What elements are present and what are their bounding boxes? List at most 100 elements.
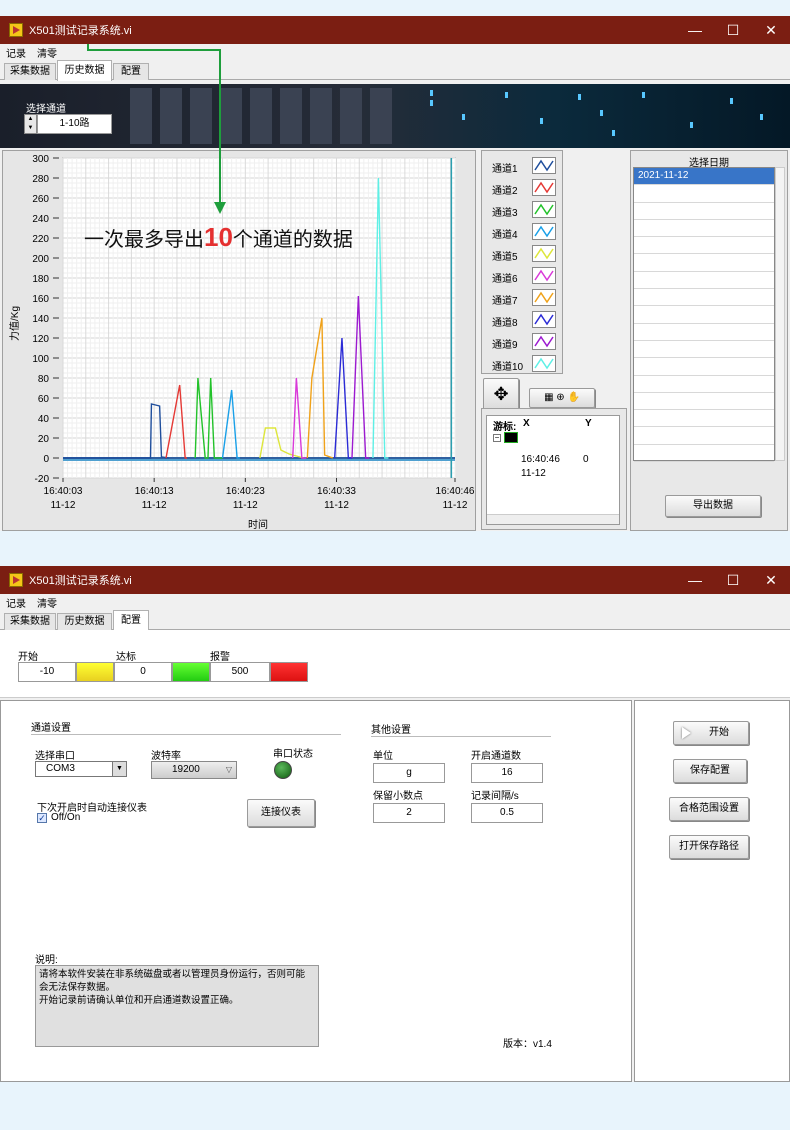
legend-item-10[interactable]: 通道10 bbox=[488, 353, 562, 375]
legend-item-6[interactable]: 通道6 bbox=[488, 265, 562, 287]
interval-input[interactable]: 0.5 bbox=[471, 803, 543, 823]
open-save-path-button[interactable]: 打开保存路径 bbox=[669, 835, 749, 859]
menu-reset[interactable]: 清零 bbox=[37, 45, 57, 60]
x-tick-date: 11-12 bbox=[233, 500, 258, 511]
channel-settings-divider bbox=[31, 734, 341, 735]
menu-record[interactable]: 记录 bbox=[6, 595, 26, 610]
date-row-empty[interactable] bbox=[634, 324, 774, 341]
legend-label: 通道8 bbox=[492, 318, 518, 329]
channel-stepper[interactable]: ▲ ▼ bbox=[24, 114, 37, 134]
date-row-empty[interactable] bbox=[634, 306, 774, 324]
y-tick-label: 120 bbox=[32, 334, 49, 345]
minimize-button[interactable]: — bbox=[678, 16, 712, 44]
legend-swatch bbox=[532, 223, 556, 240]
tab-config[interactable]: 配置 bbox=[113, 63, 149, 80]
start-level-input[interactable]: -10 bbox=[18, 662, 76, 682]
date-row-empty[interactable] bbox=[634, 185, 774, 203]
settings-panel: 通道设置 选择串口 COM3 ▼ 波特率 19200 ▽ 串口状态 下次开启时自… bbox=[0, 700, 632, 1082]
y-tick-label: 160 bbox=[32, 294, 49, 305]
legend-swatch bbox=[532, 179, 556, 196]
tab-bar: 采集数据 历史数据 配置 bbox=[0, 610, 790, 631]
channel-select-field[interactable]: 1-10路 bbox=[37, 114, 112, 134]
tab-config[interactable]: 配置 bbox=[113, 610, 149, 631]
notes-label: 说明: bbox=[35, 955, 58, 966]
y-tick-label: 60 bbox=[38, 394, 50, 405]
date-row-empty[interactable] bbox=[634, 254, 774, 272]
legend-item-8[interactable]: 通道8 bbox=[488, 309, 562, 331]
baud-select[interactable]: 19200 ▽ bbox=[151, 761, 237, 779]
baud-dropdown-icon[interactable]: ▽ bbox=[226, 765, 232, 774]
pass-range-button[interactable]: 合格范围设置 bbox=[669, 797, 749, 821]
serial-status-label: 串口状态 bbox=[273, 749, 313, 760]
date-row-empty[interactable] bbox=[634, 237, 774, 255]
legend-swatch bbox=[532, 245, 556, 262]
date-list-scrollbar[interactable] bbox=[775, 167, 785, 461]
legend-item-2[interactable]: 通道2 bbox=[488, 177, 562, 199]
alarm-level-input[interactable]: 500 bbox=[210, 662, 270, 682]
date-row-empty[interactable] bbox=[634, 410, 774, 428]
red-band bbox=[270, 662, 308, 682]
date-row-empty[interactable] bbox=[634, 272, 774, 290]
x-tick-date: 11-12 bbox=[443, 500, 468, 511]
start-button[interactable]: 开始 bbox=[673, 721, 749, 745]
legend-item-1[interactable]: 通道1 bbox=[488, 155, 562, 177]
menu-reset[interactable]: 清零 bbox=[37, 595, 57, 610]
menu-record[interactable]: 记录 bbox=[6, 45, 26, 60]
cursor-legend: 游标: X Y − 16:40:46 11-12 0 bbox=[481, 408, 627, 530]
zoom-tools-icon[interactable]: ▦ ⊕ ✋ bbox=[529, 388, 595, 408]
tab-history[interactable]: 历史数据 bbox=[57, 60, 112, 81]
decimals-input[interactable]: 2 bbox=[373, 803, 445, 823]
date-row-empty[interactable] bbox=[634, 341, 774, 359]
date-row-empty[interactable] bbox=[634, 376, 774, 393]
cursor-scrollbar[interactable] bbox=[487, 514, 619, 524]
minimize-button[interactable]: — bbox=[678, 566, 712, 594]
pan-zoom-icon[interactable]: ✥ bbox=[483, 378, 519, 410]
y-tick-label: 220 bbox=[32, 234, 49, 245]
date-row-empty[interactable] bbox=[634, 289, 774, 307]
legend-item-9[interactable]: 通道9 bbox=[488, 331, 562, 353]
yellow-band bbox=[76, 662, 114, 682]
tab-acquire[interactable]: 采集数据 bbox=[4, 63, 56, 80]
legend-item-7[interactable]: 通道7 bbox=[488, 287, 562, 309]
legend-item-3[interactable]: 通道3 bbox=[488, 199, 562, 221]
date-row-empty[interactable] bbox=[634, 427, 774, 445]
date-list[interactable]: 2021-11-12 bbox=[633, 167, 775, 463]
notes-box: 请将本软件安装在非系统磁盘或者以管理员身份运行，否则可能 会无法保存数据。 开始… bbox=[35, 965, 319, 1047]
connect-meter-button[interactable]: 连接仪表 bbox=[247, 799, 315, 827]
channel-settings-title: 通道设置 bbox=[31, 723, 71, 734]
port-select[interactable]: COM3 ▼ bbox=[35, 761, 127, 777]
close-button[interactable]: ✕ bbox=[754, 16, 788, 44]
date-row-empty[interactable] bbox=[634, 393, 774, 411]
date-row-empty[interactable] bbox=[634, 358, 774, 376]
legend-label: 通道1 bbox=[492, 164, 518, 175]
export-data-button[interactable]: 导出数据 bbox=[665, 495, 761, 517]
legend-swatch bbox=[532, 157, 556, 174]
date-item[interactable]: 2021-11-12 bbox=[634, 168, 774, 186]
autoconnect-checkbox[interactable]: ✓ bbox=[37, 813, 47, 823]
close-button[interactable]: ✕ bbox=[754, 566, 788, 594]
annotation-number: 10 bbox=[204, 222, 233, 252]
waveform-graph[interactable]: 3002802602402202001801601401201008060402… bbox=[0, 150, 478, 531]
date-row-empty[interactable] bbox=[634, 445, 774, 463]
maximize-button[interactable]: ☐ bbox=[716, 566, 750, 594]
tab-history[interactable]: 历史数据 bbox=[57, 613, 112, 630]
maximize-button[interactable]: ☐ bbox=[716, 16, 750, 44]
target-level-input[interactable]: 0 bbox=[114, 662, 172, 682]
start-level-label: 开始 bbox=[18, 652, 38, 663]
y-tick-label: 0 bbox=[43, 454, 49, 465]
date-row-empty[interactable] bbox=[634, 220, 774, 238]
legend-label: 通道10 bbox=[492, 362, 524, 373]
cursor-expand-icon[interactable]: − bbox=[493, 434, 501, 442]
port-dropdown-icon[interactable]: ▼ bbox=[112, 762, 126, 776]
date-row-empty[interactable] bbox=[634, 203, 774, 220]
y-tick-label: 40 bbox=[38, 414, 50, 425]
legend-item-4[interactable]: 通道4 bbox=[488, 221, 562, 243]
tab-acquire[interactable]: 采集数据 bbox=[4, 613, 56, 630]
unit-input[interactable]: g bbox=[373, 763, 445, 783]
legend-item-5[interactable]: 通道5 bbox=[488, 243, 562, 265]
channels-label: 开启通道数 bbox=[471, 751, 521, 762]
channels-input[interactable]: 16 bbox=[471, 763, 543, 783]
cursor-col-y: Y bbox=[585, 418, 592, 429]
plot-legend: 通道1 通道2 通道3 通道4 通道5 通道6 通道7 通道8 通道9 通道10 bbox=[481, 150, 563, 374]
save-config-button[interactable]: 保存配置 bbox=[673, 759, 747, 783]
